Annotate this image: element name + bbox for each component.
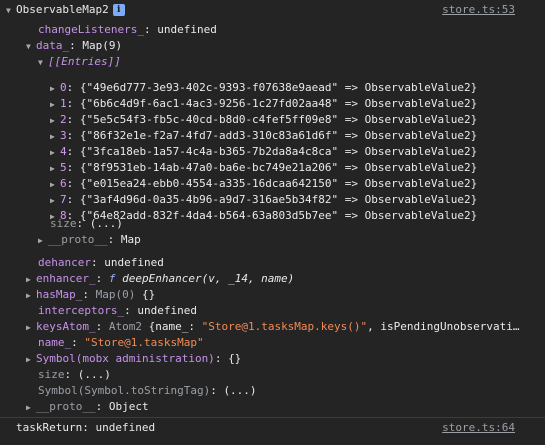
entry-value: {"86f32e1e-f2a7-4fd7-add3-310c83a61d6f" … — [79, 129, 478, 142]
prop-key: taskReturn — [16, 421, 83, 434]
prop-type: Atom2 — [108, 320, 142, 333]
prop-row-dehancer: dehancer: undefined — [38, 256, 164, 269]
prop-rest: , isPendingUnobservati… — [367, 320, 520, 333]
prop-row-proto-outer[interactable]: ▶ __proto__: Object — [0, 399, 545, 415]
prop-key: size — [38, 368, 65, 381]
expand-arrow-icon[interactable]: ▶ — [50, 129, 60, 145]
entry-value: {"5e5c54f3-fb5c-40cd-b8d0-c4fef5ff09e8" … — [79, 113, 478, 126]
prop-row-keys-atom[interactable]: ▶ keysAtom_: Atom2 {name_: "Store@1.tasks… — [0, 319, 545, 335]
info-icon[interactable]: i — [112, 4, 125, 16]
prop-row-size-inner: size: (...) — [50, 217, 123, 230]
prop-key: keysAtom_ — [36, 320, 96, 333]
root-name: ObservableMap2 — [16, 3, 109, 16]
prop-key: hasMap_ — [36, 288, 83, 301]
prop-value[interactable]: (...) — [90, 217, 123, 230]
entry-index: 5 — [60, 161, 67, 174]
expand-arrow-icon[interactable]: ▶ — [26, 272, 36, 288]
expand-arrow-icon[interactable]: ▶ — [50, 193, 60, 209]
prop-row-name: name_: "Store@1.tasksMap" — [38, 336, 204, 349]
prop-key: __proto__ — [48, 233, 108, 246]
entry-value: {"e015ea24-ebb0-4554-a335-16dcaa642150" … — [79, 177, 478, 190]
prop-key: __proto__ — [36, 400, 96, 413]
prop-row-symbol-admin[interactable]: ▶ Symbol(mobx administration): {} — [0, 351, 545, 367]
entry-index: 4 — [60, 145, 67, 158]
collapse-arrow-icon[interactable]: ▼ — [6, 3, 16, 19]
prop-key: interceptors_ — [38, 304, 125, 317]
prop-key: size — [50, 217, 77, 230]
expand-arrow-icon[interactable]: ▶ — [38, 233, 48, 249]
expand-arrow-icon[interactable]: ▶ — [50, 145, 60, 161]
prop-value[interactable]: (...) — [78, 368, 111, 381]
entry-value: {"3fca18eb-1a57-4c4a-b365-7b2da8a4c8ca" … — [79, 145, 478, 158]
expand-arrow-icon[interactable]: ▶ — [26, 352, 36, 368]
expand-arrow-icon[interactable]: ▶ — [26, 288, 36, 304]
entry-row[interactable]: ▶ 2: {"5e5c54f3-fb5c-40cd-b8d0-c4fef5ff09… — [0, 112, 545, 128]
entry-row[interactable]: ▶ 4: {"3fca18eb-1a57-4c4a-b365-7b2da8a4c8… — [0, 144, 545, 160]
entry-index: 1 — [60, 97, 67, 110]
prop-row-interceptors: interceptors_: undefined — [38, 304, 197, 317]
prop-row-size-outer: size: (...) — [38, 368, 111, 381]
prop-value: "Store@1.tasksMap.keys()" — [201, 320, 368, 333]
entry-index: 2 — [60, 113, 67, 126]
entry-row[interactable]: ▶ 7: {"3af4d96d-0a35-4b96-a9d7-316ae5b34f… — [0, 192, 545, 208]
expand-arrow-icon[interactable]: ▶ — [50, 97, 60, 113]
prop-value: Map — [120, 233, 141, 246]
entry-row[interactable]: ▶ 0: {"49e6d777-3e93-402c-9393-f07638e9ae… — [0, 80, 545, 96]
entry-index: 6 — [60, 177, 67, 190]
entries-row[interactable]: ▼ [[Entries]] — [0, 54, 545, 70]
prop-value: undefined — [95, 421, 156, 434]
prop-value: Map(9) — [82, 39, 123, 52]
prop-value[interactable]: (...) — [223, 384, 256, 397]
expand-arrow-icon[interactable]: ▶ — [26, 320, 36, 336]
entry-row[interactable]: ▶ 5: {"8f9531eb-14ab-47a0-ba6e-bc749e21a2… — [0, 160, 545, 176]
entry-value: {"3af4d96d-0a35-4b96-a9d7-316ae5b34f82" … — [79, 193, 478, 206]
prop-row-data[interactable]: ▼ data_: Map(9) — [0, 38, 545, 54]
prop-value: Object — [108, 400, 149, 413]
collapse-arrow-icon[interactable]: ▼ — [38, 55, 48, 71]
prop-key: dehancer — [38, 256, 91, 269]
prop-key: changeListeners_ — [38, 23, 144, 36]
collapse-arrow-icon[interactable]: ▼ — [26, 39, 36, 55]
prop-value: undefined — [104, 256, 164, 269]
prop-key: data_ — [36, 39, 70, 52]
entry-row[interactable]: ▶ 6: {"e015ea24-ebb0-4554-a335-16dcaa6421… — [0, 176, 545, 192]
prop-value: "Store@1.tasksMap" — [84, 336, 204, 349]
prop-key: Symbol(mobx administration) — [36, 352, 215, 365]
entry-value: {"8f9531eb-14ab-47a0-ba6e-bc749e21a206" … — [79, 161, 478, 174]
prop-value: {} — [141, 288, 156, 301]
expand-arrow-icon[interactable]: ▶ — [50, 113, 60, 129]
prop-row-proto-inner[interactable]: ▶ __proto__: Map — [0, 232, 545, 248]
prop-key: name_ — [38, 336, 72, 349]
expand-arrow-icon[interactable]: ▶ — [50, 81, 60, 97]
source-link-bottom[interactable]: store.ts:64 — [442, 420, 515, 436]
prop-key: enhancer_ — [36, 272, 96, 285]
entry-value: {"6b6c4d9f-6ac1-4ac3-9256-1c27fd02aa48" … — [79, 97, 478, 110]
prop-value: {} — [228, 352, 242, 365]
divider — [0, 417, 545, 418]
prop-type: Map(0) — [95, 288, 136, 301]
expand-arrow-icon[interactable]: ▶ — [50, 161, 60, 177]
prop-row-has-map[interactable]: ▶ hasMap_: Map(0) {} — [0, 287, 545, 303]
prop-row-enhancer[interactable]: ▶ enhancer_: f deepEnhancer(v, _14, name) — [0, 271, 545, 287]
root-row[interactable]: ▼ ObservableMap2 i store.ts:53 — [0, 2, 545, 18]
prop-key: Symbol(Symbol.toStringTag) — [38, 384, 211, 397]
prop-row-change-listeners: changeListeners_: undefined — [38, 23, 217, 36]
prop-value: deepEnhancer(v, _14, name) — [122, 272, 295, 285]
prop-name-key: {name_: — [148, 320, 195, 333]
prop-value: undefined — [157, 23, 217, 36]
entry-index: 7 — [60, 193, 67, 206]
task-return-row: taskReturn: undefined store.ts:64 — [16, 420, 515, 436]
entry-row[interactable]: ▶ 1: {"6b6c4d9f-6ac1-4ac3-9256-1c27fd02aa… — [0, 96, 545, 112]
entry-index: 3 — [60, 129, 67, 142]
entry-value: {"49e6d777-3e93-402c-9393-f07638e9aead" … — [79, 81, 478, 94]
source-link-top[interactable]: store.ts:53 — [442, 2, 515, 18]
entry-index: 0 — [60, 81, 67, 94]
entries-label: [[Entries]] — [48, 55, 121, 68]
prop-value: undefined — [137, 304, 197, 317]
prop-row-symbol-tag: Symbol(Symbol.toStringTag): (...) — [38, 384, 257, 397]
expand-arrow-icon[interactable]: ▶ — [26, 400, 36, 416]
entry-row[interactable]: ▶ 3: {"86f32e1e-f2a7-4fd7-add3-310c83a61d… — [0, 128, 545, 144]
expand-arrow-icon[interactable]: ▶ — [50, 177, 60, 193]
